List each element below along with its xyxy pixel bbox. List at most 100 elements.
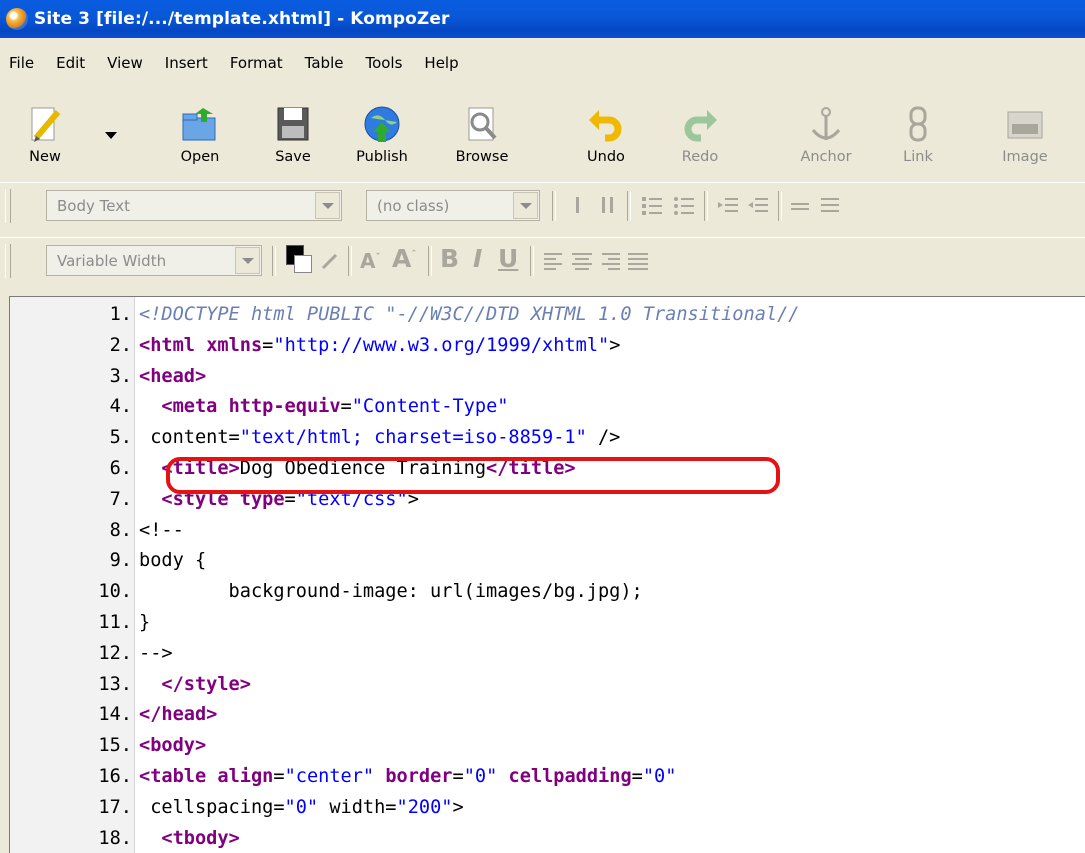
menu-help[interactable]: Help bbox=[417, 54, 473, 72]
italic-button[interactable]: I bbox=[473, 244, 482, 273]
code-line[interactable]: 14. </head> bbox=[10, 701, 1085, 728]
anchor-button[interactable]: Anchor bbox=[791, 94, 861, 174]
separator bbox=[778, 191, 782, 221]
separator bbox=[428, 246, 432, 276]
redo-button[interactable]: Redo bbox=[665, 94, 735, 174]
chevron-down-icon[interactable] bbox=[315, 192, 340, 219]
save-button[interactable]: Save bbox=[258, 94, 328, 174]
text-color-swatch[interactable] bbox=[286, 245, 312, 273]
code-line[interactable]: 8. <!-- bbox=[10, 517, 1085, 544]
code-line[interactable]: 13. </style> bbox=[10, 671, 1085, 698]
code-line[interactable]: 16. <table align="center" border="0" cell… bbox=[10, 763, 1085, 790]
align-left-icon[interactable] bbox=[542, 250, 566, 272]
toolbar-grip[interactable] bbox=[5, 244, 11, 278]
code-line[interactable]: 11.} bbox=[10, 609, 1085, 636]
code-line[interactable]: 4. <meta http-equiv="Content-Type" bbox=[10, 393, 1085, 420]
code-line[interactable]: 15. <body> bbox=[10, 732, 1085, 759]
cite-icon[interactable] bbox=[566, 195, 590, 217]
separator bbox=[530, 246, 534, 276]
separator bbox=[704, 191, 708, 221]
code-text: cellspacing="0" width="200"> bbox=[139, 794, 464, 821]
code-line[interactable]: 10. background-image: url(images/bg.jpg)… bbox=[10, 578, 1085, 605]
open-button[interactable]: Open bbox=[165, 94, 235, 174]
code-text: <html xmlns="http://www.w3.org/1999/xhtm… bbox=[139, 332, 620, 359]
font-select[interactable]: Variable Width bbox=[46, 245, 262, 276]
browse-magnifier-icon bbox=[468, 107, 497, 141]
menu-table[interactable]: Table bbox=[298, 54, 359, 72]
code-token: /> bbox=[586, 427, 621, 449]
code-token: http-equiv bbox=[228, 396, 341, 418]
class-select[interactable]: (no class) bbox=[366, 190, 540, 221]
bullet-list-icon[interactable] bbox=[672, 195, 696, 217]
code-token: = bbox=[340, 396, 352, 418]
smaller-font-icon[interactable]: Aˇ bbox=[360, 249, 380, 273]
image-button[interactable]: Image bbox=[990, 94, 1060, 174]
line-number: 10. bbox=[98, 581, 132, 603]
code-token: "center" bbox=[284, 766, 375, 787]
indent-icon[interactable] bbox=[746, 195, 770, 217]
menu-format[interactable]: Format bbox=[223, 54, 298, 72]
anchor-icon bbox=[811, 107, 841, 140]
menu-edit[interactable]: Edit bbox=[49, 54, 100, 72]
line-number: 3. bbox=[109, 365, 132, 387]
code-text: <tbody> bbox=[139, 825, 240, 852]
outdent-icon[interactable] bbox=[716, 195, 740, 217]
code-line[interactable]: 3. <head> bbox=[10, 363, 1085, 390]
code-line[interactable]: 2. <html xmlns="http://www.w3.org/1999/xh… bbox=[10, 332, 1085, 359]
code-token: "0" bbox=[463, 766, 498, 787]
line-number: 18. bbox=[98, 827, 132, 849]
chevron-down-icon[interactable] bbox=[513, 192, 538, 219]
code-line[interactable]: 1. <!DOCTYPE html PUBLIC "-//W3C//DTD XHT… bbox=[10, 301, 1085, 328]
code-token: > bbox=[609, 334, 621, 356]
code-token: "http://www.w3.org/1999/xhtml" bbox=[273, 334, 610, 356]
code-line[interactable]: 9. body { bbox=[10, 547, 1085, 574]
title-bar[interactable]: Site 3 [file:/.../template.xhtml] - Komp… bbox=[0, 0, 1085, 38]
code-token: </style> bbox=[161, 673, 251, 695]
code-token: "text/html; charset=iso-8859-1" bbox=[239, 427, 587, 449]
align-right-icon[interactable] bbox=[598, 250, 622, 272]
code-text: <body> bbox=[139, 732, 206, 759]
code-token: <!-- bbox=[139, 519, 184, 541]
line-number: 8. bbox=[109, 519, 132, 541]
new-dropdown-arrow-icon[interactable] bbox=[105, 132, 117, 139]
chevron-down-icon[interactable] bbox=[235, 247, 260, 274]
align-center-icon[interactable] bbox=[570, 250, 594, 272]
link-button[interactable]: Link bbox=[883, 94, 953, 174]
paragraph-style-select[interactable]: Body Text bbox=[46, 190, 342, 221]
toolbar-grip[interactable] bbox=[5, 189, 11, 223]
code-token: <html bbox=[139, 334, 195, 356]
bold-button[interactable]: B bbox=[440, 244, 459, 273]
code-text: body { bbox=[139, 547, 206, 574]
menu-file[interactable]: File bbox=[0, 54, 49, 72]
code-text: <!-- bbox=[139, 517, 184, 544]
menu-tools[interactable]: Tools bbox=[358, 54, 417, 72]
code-text: <table align="center" border="0" cellpad… bbox=[139, 763, 676, 790]
separator bbox=[552, 191, 556, 221]
justify-icon[interactable] bbox=[626, 250, 650, 272]
code-token: cellpadding bbox=[508, 766, 632, 787]
align-block-icon[interactable] bbox=[818, 195, 842, 217]
source-editor[interactable]: 1. <!DOCTYPE html PUBLIC "-//W3C//DTD XHT… bbox=[9, 296, 1085, 853]
numbered-list-icon[interactable] bbox=[640, 195, 664, 217]
code-line[interactable]: 12. --> bbox=[10, 640, 1085, 667]
code-line[interactable]: 17. cellspacing="0" width="200"> bbox=[10, 794, 1085, 821]
pre-icon[interactable] bbox=[596, 195, 620, 217]
code-token: <tbody> bbox=[161, 827, 240, 849]
horizontal-rule-icon[interactable] bbox=[788, 195, 812, 217]
menu-view[interactable]: View bbox=[100, 54, 158, 72]
browse-button[interactable]: Browse bbox=[447, 94, 517, 174]
highlight-pen-icon[interactable] bbox=[318, 250, 342, 272]
code-line[interactable]: 5. content="text/html; charset=iso-8859-… bbox=[10, 424, 1085, 451]
publish-button[interactable]: Publish bbox=[347, 94, 417, 174]
new-button[interactable]: New bbox=[10, 94, 80, 174]
menu-insert[interactable]: Insert bbox=[158, 54, 223, 72]
code-token: width= bbox=[318, 796, 397, 818]
underline-button[interactable]: U bbox=[498, 244, 518, 273]
line-number: 11. bbox=[98, 612, 132, 633]
undo-button[interactable]: Undo bbox=[571, 94, 641, 174]
code-line[interactable]: 18. <tbody> bbox=[10, 825, 1085, 852]
larger-font-icon[interactable]: Aˆ bbox=[392, 244, 416, 273]
